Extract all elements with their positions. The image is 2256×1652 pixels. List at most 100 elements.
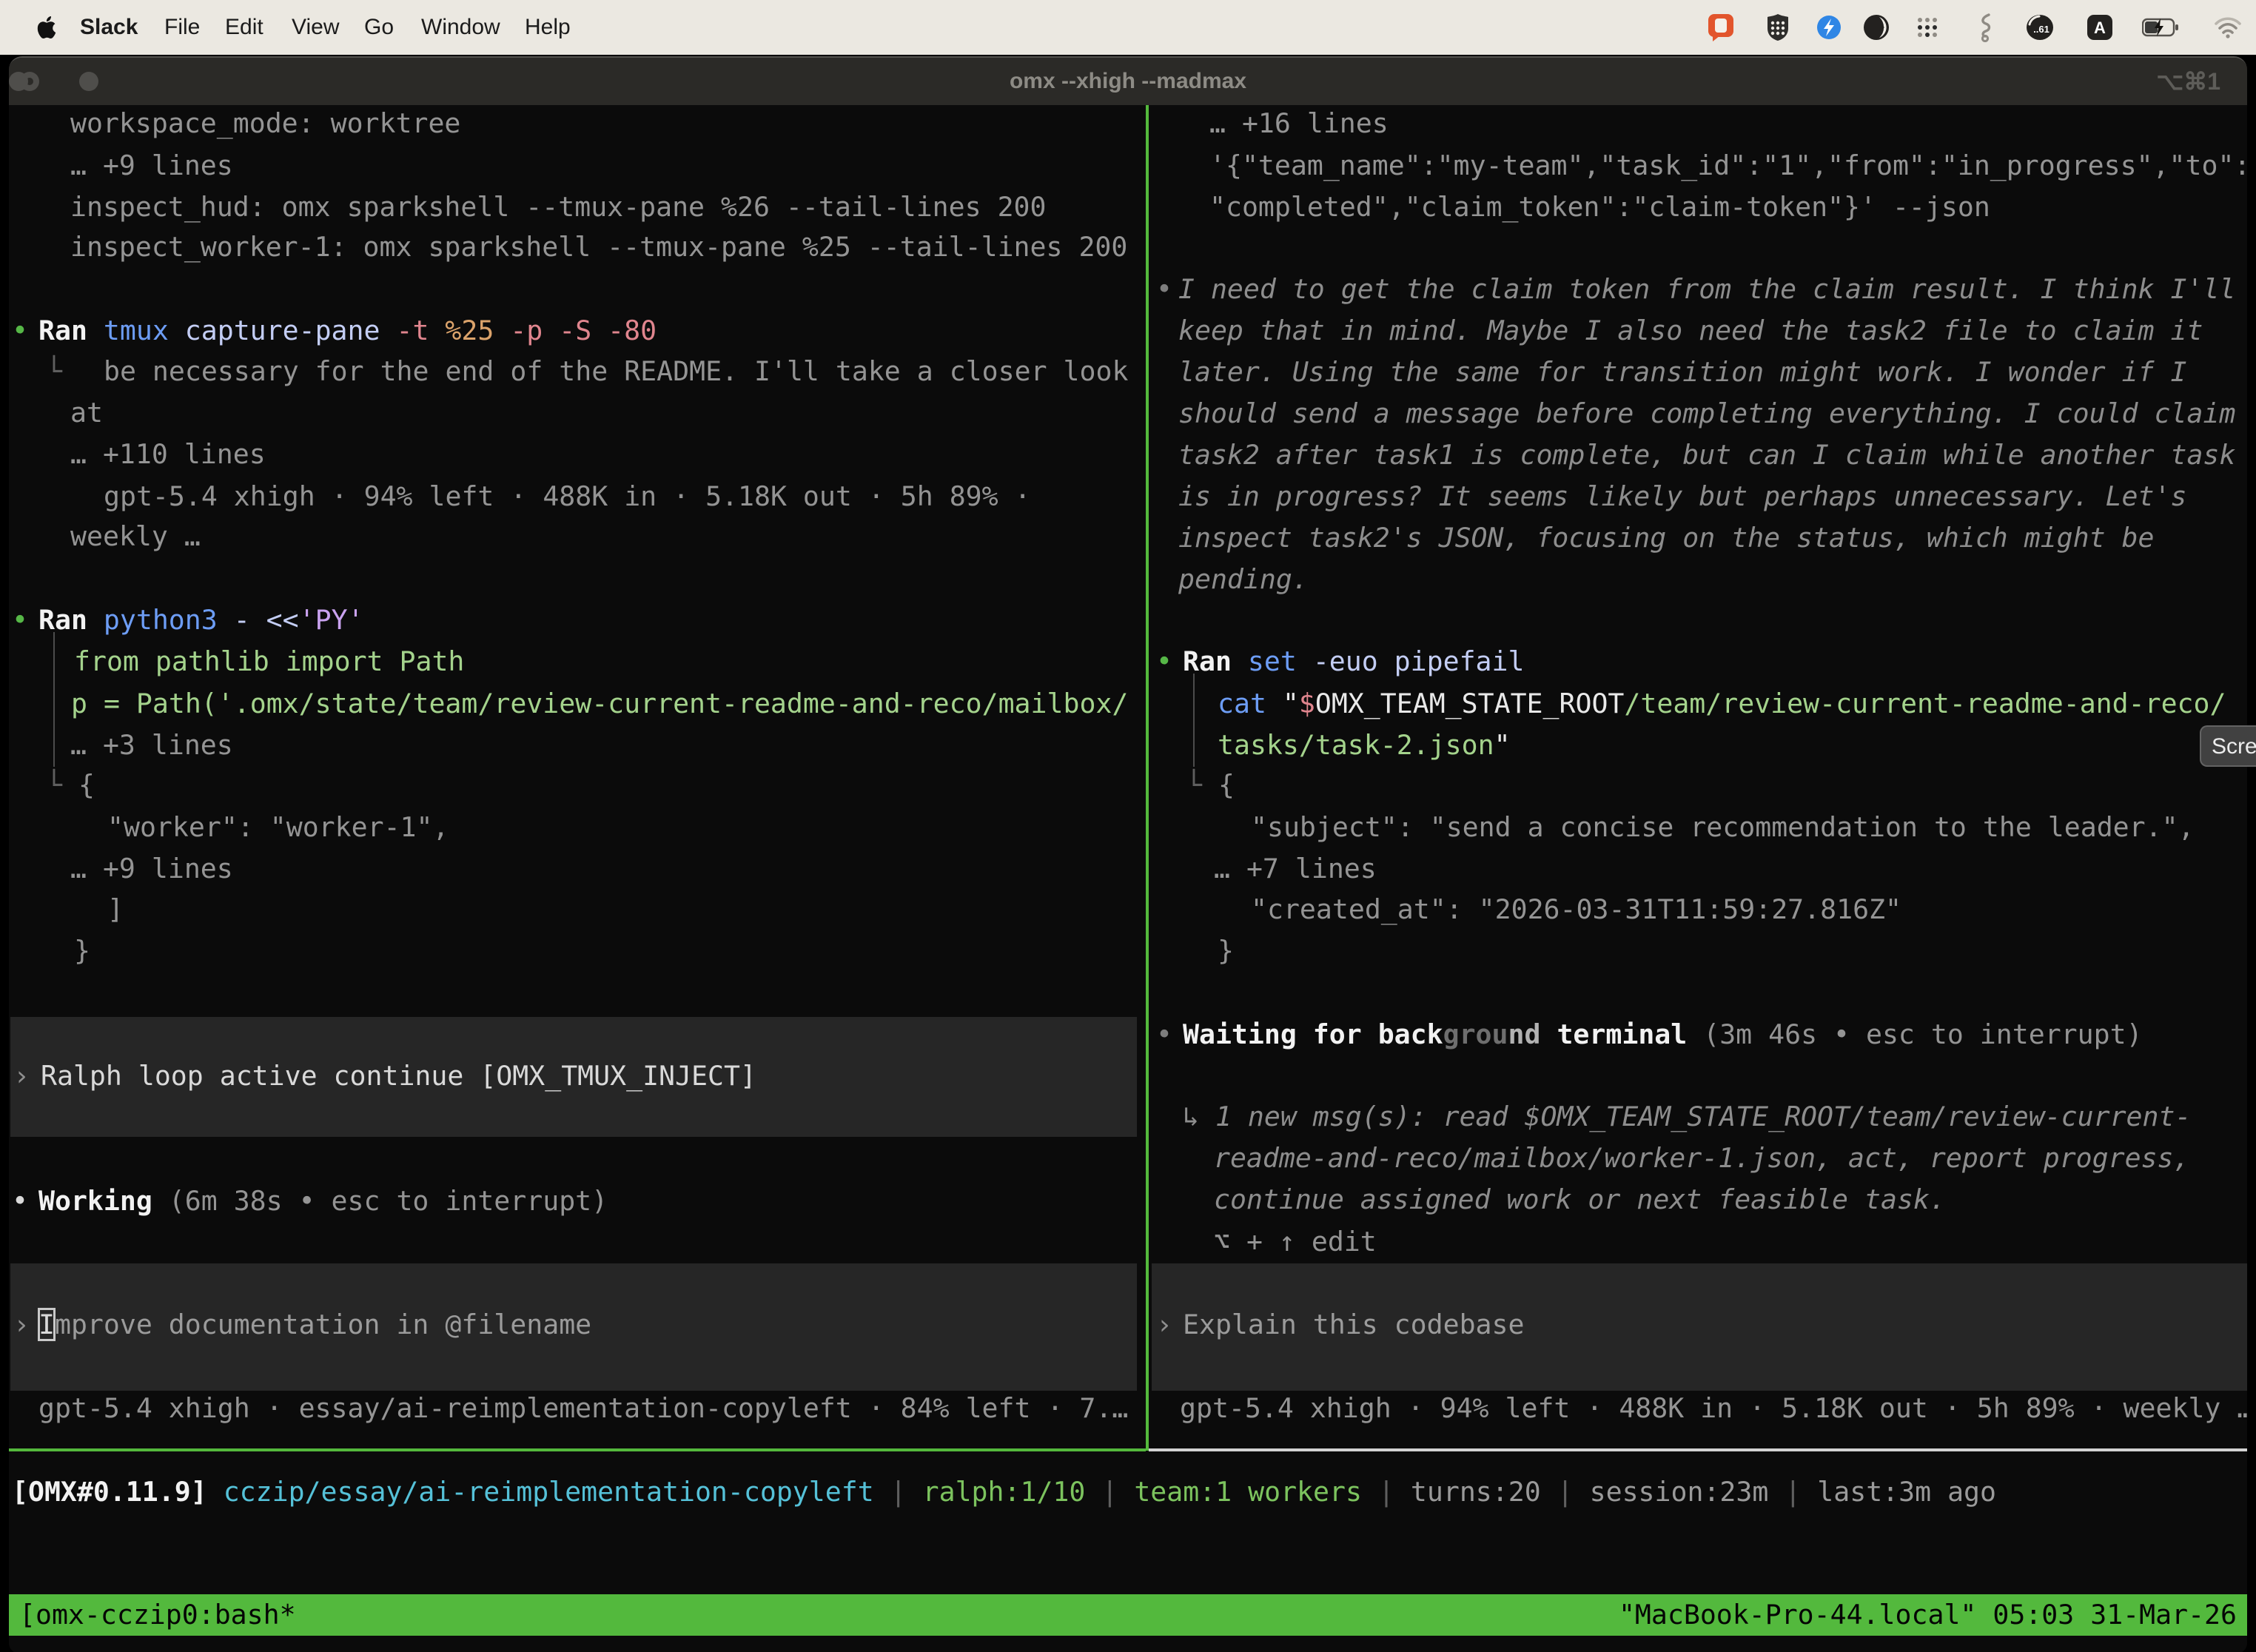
dark-crescent-disc-icon[interactable] (1862, 13, 1890, 41)
terminal-line: be necessary for the end of the README. … (104, 351, 1128, 392)
input-source-a-icon[interactable]: A (2086, 13, 2114, 41)
text-segment: "created_at": "2026-03-31T11:59:27.816Z" (1251, 893, 1901, 925)
terminal-line: "created_at": "2026-03-31T11:59:27.816Z" (1251, 889, 1901, 930)
text-segment: - << (234, 604, 299, 636)
svg-text:..61: ..61 (2033, 24, 2049, 35)
tmux-host-clock: "MacBook-Pro-44.local" 05:03 31-Mar-26 (1619, 1594, 2237, 1636)
text-segment: tasks/task-2.json (1218, 729, 1494, 761)
text-segment: Working (38, 1185, 169, 1217)
terminal-line: • (12, 310, 28, 352)
text-segment: … +7 lines (1214, 853, 1377, 884)
text-segment: Ran (38, 315, 104, 346)
status-segment: | (1785, 1476, 1817, 1508)
terminal-line: later. Using the same for transition mig… (1178, 352, 2186, 393)
text-segment: • (1156, 1018, 1172, 1050)
omx-status-line: [OMX#0.11.9] cczip/essay/ai-reimplementa… (12, 1471, 1996, 1513)
terminal-line: workspace_mode: worktree (70, 103, 460, 144)
menu-item-file[interactable]: File (164, 15, 200, 40)
text-segment: Ralph loop active continue [OMX_TMUX_INJ… (41, 1060, 756, 1092)
menu-item-go[interactable]: Go (364, 15, 394, 40)
status-segment: | (1557, 1476, 1590, 1508)
terminal-line: … +9 lines (70, 848, 233, 890)
terminal-line: • (1156, 641, 1172, 682)
text-segment: task2 after task1 is complete, but can I… (1178, 439, 2235, 471)
text-segment: └ (46, 355, 62, 387)
terminal-line: gpt-5.4 xhigh · 94% left · 488K in · 5.1… (1180, 1388, 2247, 1429)
text-segment: -p -S -80 (510, 315, 657, 346)
text-segment: (3m 46s • esc to interrupt) (1703, 1018, 2142, 1050)
tool-output-connector (1193, 674, 1195, 767)
tool-output-connector (53, 632, 55, 767)
text-segment: be necessary for the end of the README. … (104, 355, 1128, 387)
text-segment: • (12, 1185, 28, 1217)
text-segment: grou (1443, 1018, 1508, 1050)
terminal-line: Explain this codebase (1183, 1304, 1524, 1346)
terminal-line: "completed","claim_token":"claim-token"}… (1209, 187, 1990, 228)
terminal-line: └ { (46, 765, 95, 806)
text-segment: %25 (445, 315, 510, 346)
terminal-line: Ran set -euo pipefail (1183, 641, 1525, 682)
terminal-line: '{"team_name":"my-team","task_id":"1","f… (1209, 145, 2247, 187)
text-segment: -t (396, 315, 445, 346)
terminal-area[interactable]: workspace_mode: worktree … +9 lines inspec… (9, 56, 2247, 1652)
text-segment: set (1248, 645, 1313, 677)
wifi-icon[interactable] (2213, 16, 2243, 38)
text-segment: └ (1186, 769, 1218, 801)
text-segment: at (70, 397, 103, 429)
terminal-line: … +16 lines (1209, 103, 1389, 144)
terminal-line: task2 after task1 is complete, but can I… (1178, 434, 2235, 476)
menu-item-help[interactable]: Help (525, 15, 571, 40)
terminal-line: └ (46, 351, 62, 392)
tmux-session-label: [omx-cczip0:bash* (19, 1594, 296, 1636)
text-segment: } (74, 935, 90, 967)
text-segment: pending. (1178, 563, 1309, 595)
shield-grid-icon[interactable] (1765, 13, 1791, 42)
terminal-line: } (1218, 930, 1234, 972)
text-segment: "subject": "send a concise recommendatio… (1251, 811, 2195, 843)
terminal-line: Ran python3 - <<'PY' (38, 600, 364, 641)
menu-item-slack[interactable]: Slack (80, 15, 138, 40)
blue-bolt-badge-icon[interactable] (1815, 13, 1843, 41)
tmux-status-bar: [omx-cczip0:bash* "MacBook-Pro-44.local"… (9, 1594, 2247, 1636)
terminal-line: tasks/task-2.json" (1218, 725, 1511, 766)
circle-61-badge-icon[interactable]: ..61 (2025, 13, 2055, 41)
screenshot-tooltip: Scre (2200, 725, 2256, 767)
text-segment: weekly … (70, 520, 201, 552)
apple-menu-icon[interactable] (36, 15, 58, 40)
menu-item-view[interactable]: View (292, 15, 339, 40)
status-segment: | (1378, 1476, 1411, 1508)
text-segment: 'PY' (299, 604, 364, 636)
terminal-line: … +7 lines (1214, 848, 1377, 890)
terminal-line: keep that in mind. Maybe I also need the… (1178, 310, 2203, 352)
text-segment: • (12, 315, 28, 346)
status-segment: team:1 workers (1134, 1476, 1378, 1508)
gray-squiggle-icon[interactable] (1975, 13, 1994, 42)
dots-grid-icon[interactable] (1914, 14, 1941, 41)
terminal-line: inspect task2's JSON, focusing on the st… (1178, 517, 2155, 559)
text-segment: continue assigned work or next feasible … (1214, 1183, 1946, 1215)
text-segment: { (78, 769, 95, 801)
battery-charging-icon[interactable] (2142, 18, 2179, 37)
menu-item-edit[interactable]: Edit (225, 15, 263, 40)
terminal-line: inspect_worker-1: omx sparkshell --tmux-… (70, 226, 1127, 268)
terminal-line: should send a message before completing … (1178, 393, 2235, 434)
terminal-line: is in progress? It seems likely but perh… (1178, 476, 2186, 517)
status-segment: | (1101, 1476, 1134, 1508)
left-pane-bottom-border (9, 1448, 1146, 1451)
terminal-line: └ { (1186, 765, 1235, 806)
terminal-line: ] (107, 889, 124, 930)
status-segment: last:3m ago (1817, 1476, 1996, 1508)
status-segment: session:23m (1590, 1476, 1785, 1508)
text-segment: … +9 lines (70, 853, 233, 884)
orange-speech-bubble-icon[interactable] (1707, 13, 1735, 42)
text-segment: python3 (104, 604, 234, 636)
text-segment: OMX_TEAM_STATE_ROOT (1315, 688, 1625, 719)
terminal-line: p = Path('.omx/state/team/review-current… (71, 683, 1128, 725)
text-segment: mprove documentation in @filename (55, 1309, 591, 1340)
text-segment: inspect_hud: omx sparkshell --tmux-pane … (70, 191, 1047, 223)
text-segment: should send a message before completing … (1178, 397, 2235, 429)
terminal-line: cat "$OMX_TEAM_STATE_ROOT/team/review-cu… (1218, 683, 2226, 725)
text-segment: tmux (104, 315, 185, 346)
pane-divider[interactable] (1146, 105, 1149, 1451)
menu-item-window[interactable]: Window (421, 15, 500, 40)
